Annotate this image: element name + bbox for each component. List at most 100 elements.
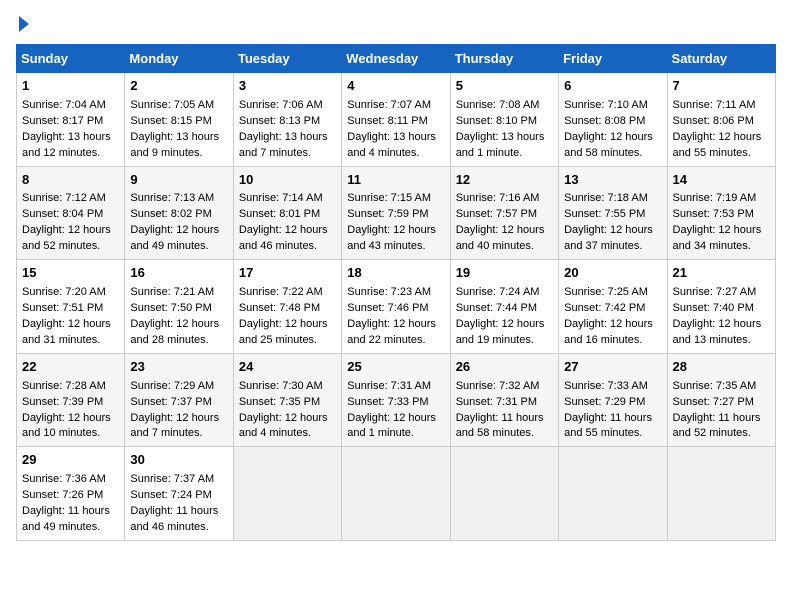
day-number: 16 (130, 264, 227, 283)
logo (16, 16, 29, 32)
day-detail: Sunrise: 7:07 AM Sunset: 8:11 PM Dayligh… (347, 98, 444, 162)
day-number: 18 (347, 264, 444, 283)
day-detail: Sunrise: 7:11 AM Sunset: 8:06 PM Dayligh… (673, 98, 770, 162)
day-of-week-header: Thursday (450, 45, 558, 73)
day-detail: Sunrise: 7:33 AM Sunset: 7:29 PM Dayligh… (564, 379, 661, 443)
day-detail: Sunrise: 7:37 AM Sunset: 7:24 PM Dayligh… (130, 472, 227, 536)
day-detail: Sunrise: 7:32 AM Sunset: 7:31 PM Dayligh… (456, 379, 553, 443)
calendar-cell: 1Sunrise: 7:04 AM Sunset: 8:17 PM Daylig… (17, 73, 125, 167)
day-of-week-header: Sunday (17, 45, 125, 73)
day-detail: Sunrise: 7:18 AM Sunset: 7:55 PM Dayligh… (564, 191, 661, 255)
calendar-week-row: 29Sunrise: 7:36 AM Sunset: 7:26 PM Dayli… (17, 447, 776, 541)
day-detail: Sunrise: 7:25 AM Sunset: 7:42 PM Dayligh… (564, 285, 661, 349)
calendar-cell: 21 Sunrise: 7:27 AM Sunset: 7:40 PM Dayli… (667, 260, 775, 354)
calendar-week-row: 15 Sunrise: 7:20 AM Sunset: 7:51 PM Dayli… (17, 260, 776, 354)
day-number: 25 (347, 358, 444, 377)
calendar-cell (342, 447, 450, 541)
day-number: 19 (456, 264, 553, 283)
calendar-cell: 23 Sunrise: 7:29 AM Sunset: 7:37 PM Dayli… (125, 353, 233, 447)
calendar-cell (559, 447, 667, 541)
day-detail: Sunrise: 7:28 AM Sunset: 7:39 PM Dayligh… (22, 379, 119, 443)
calendar-cell: 11Sunrise: 7:15 AM Sunset: 7:59 PM Dayli… (342, 166, 450, 260)
calendar-cell: 30 Sunrise: 7:37 AM Sunset: 7:24 PM Dayli… (125, 447, 233, 541)
day-number: 9 (130, 171, 227, 190)
day-detail: Sunrise: 7:10 AM Sunset: 8:08 PM Dayligh… (564, 98, 661, 162)
day-detail: Sunrise: 7:05 AM Sunset: 8:15 PM Dayligh… (130, 98, 227, 162)
calendar-table: SundayMondayTuesdayWednesdayThursdayFrid… (16, 44, 776, 541)
calendar-cell (667, 447, 775, 541)
calendar-cell: 14Sunrise: 7:19 AM Sunset: 7:53 PM Dayli… (667, 166, 775, 260)
calendar-cell: 5Sunrise: 7:08 AM Sunset: 8:10 PM Daylig… (450, 73, 558, 167)
day-detail: Sunrise: 7:04 AM Sunset: 8:17 PM Dayligh… (22, 98, 119, 162)
day-number: 28 (673, 358, 770, 377)
day-detail: Sunrise: 7:30 AM Sunset: 7:35 PM Dayligh… (239, 379, 336, 443)
day-detail: Sunrise: 7:12 AM Sunset: 8:04 PM Dayligh… (22, 191, 119, 255)
day-detail: Sunrise: 7:14 AM Sunset: 8:01 PM Dayligh… (239, 191, 336, 255)
calendar-cell: 19 Sunrise: 7:24 AM Sunset: 7:44 PM Dayli… (450, 260, 558, 354)
day-of-week-header: Saturday (667, 45, 775, 73)
day-number: 21 (673, 264, 770, 283)
day-detail: Sunrise: 7:21 AM Sunset: 7:50 PM Dayligh… (130, 285, 227, 349)
calendar-cell: 28 Sunrise: 7:35 AM Sunset: 7:27 PM Dayli… (667, 353, 775, 447)
day-number: 6 (564, 77, 661, 96)
day-number: 13 (564, 171, 661, 190)
day-number: 20 (564, 264, 661, 283)
day-number: 29 (22, 451, 119, 470)
calendar-cell: 15 Sunrise: 7:20 AM Sunset: 7:51 PM Dayli… (17, 260, 125, 354)
day-of-week-header: Monday (125, 45, 233, 73)
day-number: 14 (673, 171, 770, 190)
day-number: 23 (130, 358, 227, 377)
day-detail: Sunrise: 7:22 AM Sunset: 7:48 PM Dayligh… (239, 285, 336, 349)
calendar-cell: 12Sunrise: 7:16 AM Sunset: 7:57 PM Dayli… (450, 166, 558, 260)
day-number: 17 (239, 264, 336, 283)
day-number: 4 (347, 77, 444, 96)
day-number: 3 (239, 77, 336, 96)
day-detail: Sunrise: 7:31 AM Sunset: 7:33 PM Dayligh… (347, 379, 444, 443)
day-number: 12 (456, 171, 553, 190)
calendar-cell: 29Sunrise: 7:36 AM Sunset: 7:26 PM Dayli… (17, 447, 125, 541)
calendar-header-row: SundayMondayTuesdayWednesdayThursdayFrid… (17, 45, 776, 73)
calendar-cell: 17 Sunrise: 7:22 AM Sunset: 7:48 PM Dayli… (233, 260, 341, 354)
calendar-cell: 10Sunrise: 7:14 AM Sunset: 8:01 PM Dayli… (233, 166, 341, 260)
calendar-cell: 25 Sunrise: 7:31 AM Sunset: 7:33 PM Dayli… (342, 353, 450, 447)
page-header (16, 16, 776, 32)
day-detail: Sunrise: 7:24 AM Sunset: 7:44 PM Dayligh… (456, 285, 553, 349)
day-number: 2 (130, 77, 227, 96)
day-number: 24 (239, 358, 336, 377)
calendar-cell: 24 Sunrise: 7:30 AM Sunset: 7:35 PM Dayli… (233, 353, 341, 447)
calendar-cell: 27 Sunrise: 7:33 AM Sunset: 7:29 PM Dayli… (559, 353, 667, 447)
calendar-cell: 7 Sunrise: 7:11 AM Sunset: 8:06 PM Daylig… (667, 73, 775, 167)
calendar-cell: 22 Sunrise: 7:28 AM Sunset: 7:39 PM Dayli… (17, 353, 125, 447)
calendar-cell: 4 Sunrise: 7:07 AM Sunset: 8:11 PM Daylig… (342, 73, 450, 167)
day-number: 22 (22, 358, 119, 377)
day-detail: Sunrise: 7:08 AM Sunset: 8:10 PM Dayligh… (456, 98, 553, 162)
day-number: 7 (673, 77, 770, 96)
day-detail: Sunrise: 7:13 AM Sunset: 8:02 PM Dayligh… (130, 191, 227, 255)
calendar-cell (233, 447, 341, 541)
day-detail: Sunrise: 7:15 AM Sunset: 7:59 PM Dayligh… (347, 191, 444, 255)
day-detail: Sunrise: 7:27 AM Sunset: 7:40 PM Dayligh… (673, 285, 770, 349)
day-detail: Sunrise: 7:23 AM Sunset: 7:46 PM Dayligh… (347, 285, 444, 349)
day-number: 26 (456, 358, 553, 377)
day-detail: Sunrise: 7:35 AM Sunset: 7:27 PM Dayligh… (673, 379, 770, 443)
calendar-cell: 13Sunrise: 7:18 AM Sunset: 7:55 PM Dayli… (559, 166, 667, 260)
day-detail: Sunrise: 7:16 AM Sunset: 7:57 PM Dayligh… (456, 191, 553, 255)
calendar-cell: 3 Sunrise: 7:06 AM Sunset: 8:13 PM Daylig… (233, 73, 341, 167)
calendar-week-row: 22 Sunrise: 7:28 AM Sunset: 7:39 PM Dayli… (17, 353, 776, 447)
day-number: 8 (22, 171, 119, 190)
calendar-cell: 20 Sunrise: 7:25 AM Sunset: 7:42 PM Dayli… (559, 260, 667, 354)
day-of-week-header: Wednesday (342, 45, 450, 73)
day-number: 30 (130, 451, 227, 470)
day-number: 27 (564, 358, 661, 377)
day-number: 10 (239, 171, 336, 190)
calendar-cell: 16 Sunrise: 7:21 AM Sunset: 7:50 PM Dayli… (125, 260, 233, 354)
day-detail: Sunrise: 7:20 AM Sunset: 7:51 PM Dayligh… (22, 285, 119, 349)
day-number: 15 (22, 264, 119, 283)
day-detail: Sunrise: 7:29 AM Sunset: 7:37 PM Dayligh… (130, 379, 227, 443)
day-detail: Sunrise: 7:06 AM Sunset: 8:13 PM Dayligh… (239, 98, 336, 162)
logo-arrow-icon (19, 16, 29, 32)
calendar-cell: 6 Sunrise: 7:10 AM Sunset: 8:08 PM Daylig… (559, 73, 667, 167)
calendar-cell: 9Sunrise: 7:13 AM Sunset: 8:02 PM Daylig… (125, 166, 233, 260)
calendar-cell (450, 447, 558, 541)
calendar-cell: 18 Sunrise: 7:23 AM Sunset: 7:46 PM Dayli… (342, 260, 450, 354)
